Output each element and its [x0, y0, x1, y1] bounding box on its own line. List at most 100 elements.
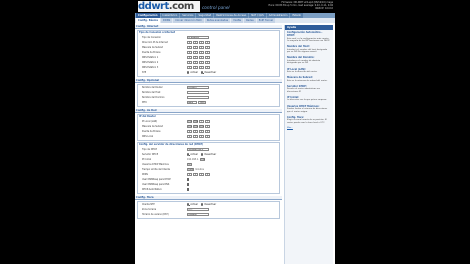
help-text: Introducir el nombre del host designado …	[287, 48, 328, 54]
dhcp-server-label: Servidor DHCP	[142, 153, 159, 156]
mtu-value-input[interactable]: 1500	[198, 100, 206, 105]
lan-mask-octet[interactable]: 255	[187, 124, 192, 129]
lan-gw-octet[interactable]: 0	[193, 129, 198, 134]
local-dns-octet[interactable]: 0	[187, 134, 192, 139]
ntp-enable-label: Activar	[190, 203, 199, 206]
help-text: Introduzca el nombre de dominio designad…	[287, 59, 321, 65]
dns2-octet[interactable]: 0	[193, 60, 198, 65]
wins-octet[interactable]: 0	[193, 172, 198, 177]
dhcp-type-label: Tipo de DHCP	[142, 148, 157, 151]
wan-mask-octet[interactable]: 0	[205, 45, 210, 50]
wan-ip-octet[interactable]: 0	[187, 40, 192, 45]
stp-disable-radio[interactable]	[201, 71, 205, 75]
dns3-octet[interactable]: 0	[193, 65, 198, 70]
dns2-octet[interactable]: 0	[205, 60, 210, 65]
dhcp-start-input[interactable]: 100	[199, 157, 205, 162]
control-panel-title: control panel	[202, 5, 230, 10]
dhcp-lease-input[interactable]: 1440	[187, 167, 194, 172]
dhcp-auth-checkbox[interactable]	[187, 188, 190, 191]
status-info: Firmware: DD-WRT v24-sp2 (08/12/10) mega…	[269, 1, 333, 10]
wins-octet[interactable]: 0	[199, 172, 204, 177]
lan-mask-octet[interactable]: 255	[193, 124, 198, 129]
help-sidebar: Ayuda Configuración Automática - DHCP: E…	[284, 25, 333, 264]
subtab-eoip[interactable]: EoIP Tunnel	[256, 18, 275, 23]
dns3-octet[interactable]: 0	[187, 65, 192, 70]
ddwrt-logo[interactable]: ddwrt.com	[138, 1, 200, 12]
stp-enable-radio[interactable]	[187, 71, 190, 74]
subtab-rutas-avanzadas[interactable]: Rutas avanzadas	[204, 18, 231, 23]
wins-octet[interactable]: 0	[205, 172, 210, 177]
wan-gw-octet[interactable]: 0	[205, 50, 210, 55]
dns1-octet[interactable]: 0	[193, 55, 198, 60]
lan-mask-octet[interactable]: 255	[199, 124, 204, 129]
wan-gw-octet[interactable]: 0	[199, 50, 204, 55]
optional-fieldset: Nombre del Router DD-WRT Nombre del Host…	[137, 84, 280, 107]
mtu-mode-select[interactable]: Auto	[187, 100, 197, 105]
ntp-enable-radio[interactable]	[187, 203, 190, 207]
lan-gw-octet[interactable]: 0	[187, 129, 192, 134]
dhcp-type-select[interactable]: Servidor DHCP	[187, 147, 209, 152]
wan-ip-octet[interactable]: 0	[205, 40, 210, 45]
host-input[interactable]	[187, 90, 209, 95]
dnsmasq-dhcp-checkbox[interactable]	[187, 178, 190, 181]
dhcp-lease-label: Tiempo Límite del Cliente	[142, 168, 170, 171]
subtab-ddns[interactable]: DDNS	[160, 18, 173, 23]
dhcp-max-input[interactable]: 50	[187, 162, 192, 167]
subtab-vlans[interactable]: VLANs	[231, 18, 244, 23]
local-dns-octet[interactable]: 0	[205, 134, 210, 139]
lan-ip-octet[interactable]: 192	[187, 119, 192, 124]
wan-ip-octet[interactable]: 0	[199, 40, 204, 45]
subtab-config-basica[interactable]: Config. Básica	[136, 18, 160, 23]
dns2-octet[interactable]: 0	[187, 60, 192, 65]
router-name-input[interactable]: DD-WRT	[187, 85, 209, 90]
wan-type-select[interactable]: IP Estática	[187, 35, 209, 40]
dhcp-start-label: IP Inicial	[142, 158, 152, 161]
main-content: Config. Internet Tipo de Conexión a Inte…	[135, 25, 282, 221]
help-item: Máscara de Subred: Esta es la máscara de…	[287, 76, 331, 82]
dns3-octet[interactable]: 0	[205, 65, 210, 70]
dhcp-disable-radio[interactable]	[201, 153, 204, 156]
wins-octet[interactable]: 0	[187, 172, 192, 177]
domain-input[interactable]	[187, 95, 209, 100]
dns1-octet[interactable]: 0	[205, 55, 210, 60]
wan-ip-octet[interactable]: 0	[193, 40, 198, 45]
logo-tld: .com	[168, 1, 195, 12]
local-dns-octet[interactable]: 0	[193, 134, 198, 139]
router-fieldset: IP del Router IP Local (LAN) 192 168 1 1…	[137, 114, 280, 141]
stp-disable-label: Desactivar	[204, 71, 217, 74]
help-text: Permite al router administrar sus direcc…	[287, 88, 320, 93]
time-title: Config. Hora	[135, 196, 282, 200]
dns1-octet[interactable]: 0	[187, 55, 192, 60]
wan-mask-octet[interactable]: 0	[187, 45, 192, 50]
lan-ip-octet[interactable]: 168	[193, 119, 198, 124]
dns2-octet[interactable]: 0	[199, 60, 204, 65]
dnsmasq-dns-label: Usar DNSMasq para DNS	[142, 183, 170, 186]
ntp-disable-radio[interactable]	[201, 203, 204, 206]
wan-dns1-label: DNS Estático 1	[142, 56, 159, 59]
subtab-redes[interactable]: Redes	[244, 18, 256, 23]
lan-mask-octet[interactable]: 0	[205, 124, 210, 129]
wins-label: WINS	[142, 173, 148, 176]
wan-mask-octet[interactable]: 0	[199, 45, 204, 50]
wan-gw-octet[interactable]: 0	[193, 50, 198, 55]
dns1-octet[interactable]: 0	[199, 55, 204, 60]
dhcp-start-prefix: 192.168.1.	[187, 158, 199, 161]
wan-mask-octet[interactable]: 0	[193, 45, 198, 50]
dst-select[interactable]: ninguno	[187, 212, 209, 217]
lan-ip-label: IP Local (LAN)	[142, 120, 158, 123]
help-more-link[interactable]: Más...	[287, 127, 331, 129]
local-dns-octet[interactable]: 0	[199, 134, 204, 139]
dnsmasq-dns-checkbox[interactable]	[187, 183, 190, 186]
mtu-row: MTU Auto 1500	[139, 100, 278, 105]
lan-ip-octet[interactable]: 1	[199, 119, 204, 124]
dns3-octet[interactable]: 0	[199, 65, 204, 70]
lan-gw-octet[interactable]: 0	[199, 129, 204, 134]
dhcp-enable-radio[interactable]	[187, 153, 190, 157]
timezone-select[interactable]: UTC	[187, 207, 209, 212]
lan-gw-octet[interactable]: 0	[205, 129, 210, 134]
wan-gw-octet[interactable]: 0	[187, 50, 192, 55]
lan-ip-octet[interactable]: 1	[205, 119, 210, 124]
dnsmasq-dhcp-label: Usar DNSMasq para DHCP	[142, 178, 171, 181]
optional-section: Config. Opcional Nombre del Router DD-WR…	[135, 79, 282, 107]
subtab-clonar-mac[interactable]: Clonar dirección MAC	[173, 18, 204, 23]
